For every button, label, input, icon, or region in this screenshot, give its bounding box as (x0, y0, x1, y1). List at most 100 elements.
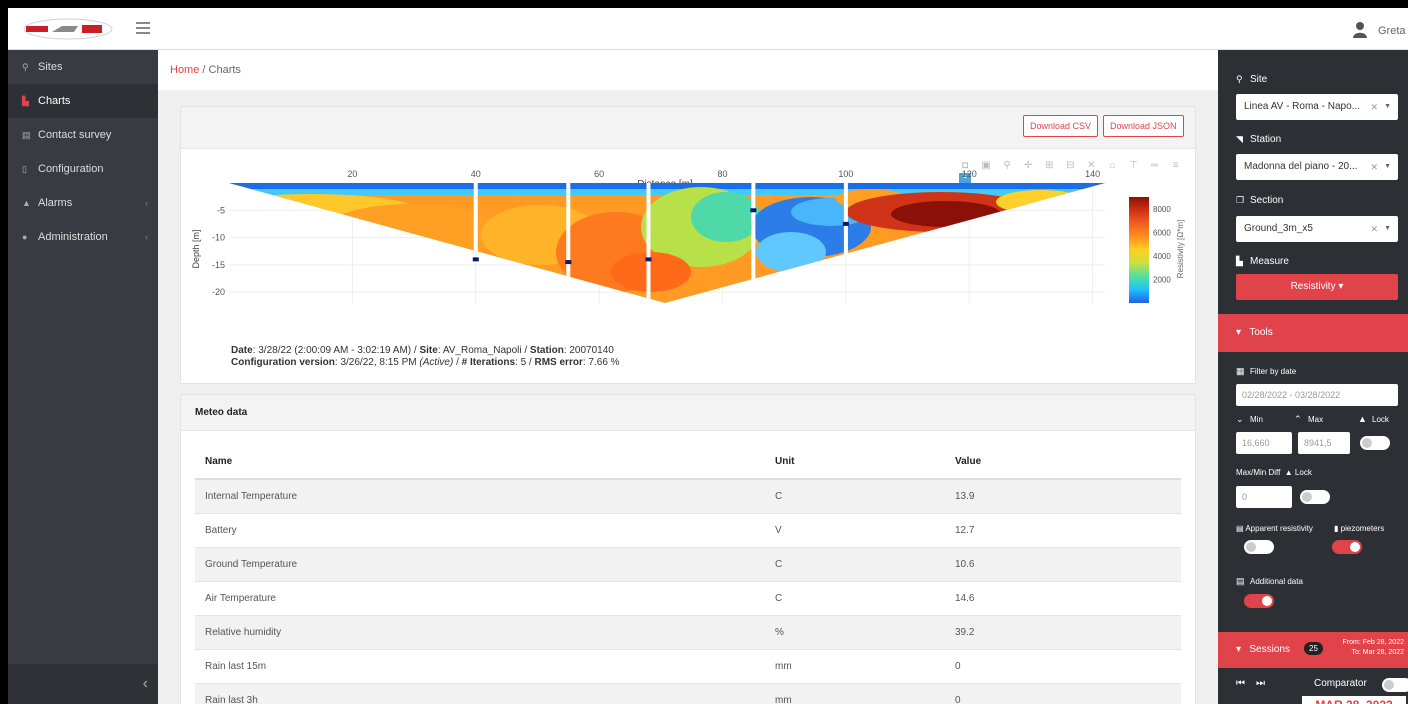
caret-down-icon: ▼ (1384, 225, 1391, 232)
cell-name: Air Temperature (195, 580, 765, 615)
cell-value: 0 (945, 682, 1181, 704)
chart-caption: Date: 3/28/22 (2:00:09 AM - 3:02:19 AM) … (231, 345, 620, 368)
piezometer-marker[interactable] (750, 208, 757, 213)
top-bar: Greta (8, 8, 1408, 50)
measure-button-label: Resistivity (1290, 281, 1336, 292)
caption-site-value: AV_Roma_Napoli (442, 345, 522, 356)
apparent-resistivity-toggle[interactable] (1244, 540, 1274, 554)
user-name[interactable]: Greta (1378, 25, 1406, 37)
date-range-input[interactable]: 02/28/2022 - 03/28/2022 (1236, 384, 1398, 406)
site-select-value: Linea AV - Roma - Napo... (1244, 101, 1360, 112)
section-gap (646, 183, 651, 303)
station-select[interactable]: Madonna del piano - 20... ✕ ▼ (1236, 154, 1398, 180)
section-gap (566, 183, 571, 303)
caption-station-label: Station (529, 345, 564, 356)
column-header-name[interactable]: Name (195, 445, 765, 480)
download-json-button[interactable]: Download JSON (1103, 115, 1184, 137)
caption-site-label: Site (419, 345, 438, 356)
colorbar-tick-label: 6000 (1153, 228, 1171, 237)
comparator-toggle[interactable] (1382, 678, 1408, 692)
cell-value: 12.7 (945, 512, 1181, 547)
lock-icon: ▲ (1358, 414, 1367, 424)
user-icon[interactable] (1353, 22, 1367, 38)
lock-diff-toggle[interactable] (1300, 490, 1330, 504)
sidebar-item-contact-survey[interactable]: ▤ Contact survey (8, 118, 158, 152)
lock-label-row: ▲ Lock (1358, 414, 1389, 424)
piezometer-marker[interactable] (472, 257, 479, 262)
download-csv-button[interactable]: Download CSV (1023, 115, 1099, 137)
cell-name: Internal Temperature (195, 478, 765, 513)
caret-down-icon: ▾ (1236, 327, 1242, 338)
sidebar-item-alarms[interactable]: ▲ Alarms ‹ (8, 186, 158, 220)
additional-data-toggle[interactable] (1244, 594, 1274, 608)
measure-label: Measure (1250, 256, 1289, 267)
colorbar (1129, 197, 1149, 303)
column-header-unit[interactable]: Unit (765, 445, 945, 480)
piezometer-marker[interactable] (645, 257, 652, 262)
caption-station-value: 20070140 (569, 345, 614, 356)
filter-by-date-label: Filter by date (1250, 367, 1297, 376)
first-session-icon[interactable]: ⏮ (1236, 678, 1245, 689)
sidebar-item-configuration[interactable]: ▯ Configuration (8, 152, 158, 186)
cell-name: Relative humidity (195, 614, 765, 649)
maxmin-diff-input[interactable]: 0 (1236, 486, 1292, 508)
section-select[interactable]: Ground_3m_x5 ✕ ▼ (1236, 216, 1398, 242)
section-label: Section (1250, 195, 1284, 206)
breadcrumb: Home / Charts (158, 50, 1218, 90)
min-label-row: ⌄ Min (1236, 414, 1263, 425)
table-row: Internal Temperature C 13.9 (195, 478, 1181, 513)
cell-value: 39.2 (945, 614, 1181, 649)
current-session-date[interactable]: MAR 28, 2022 (1302, 696, 1406, 704)
sessions-label: Sessions (1249, 644, 1290, 655)
table-row: Air Temperature C 14.6 (195, 580, 1181, 615)
sidebar-collapse-button[interactable]: ‹ (8, 664, 158, 704)
x-tick-label: 120 (962, 169, 977, 179)
lock-label: Lock (1372, 415, 1389, 424)
tools-label: Tools (1249, 327, 1273, 338)
sidebar-item-charts[interactable]: ▙ Charts (8, 84, 158, 118)
menu-toggle-icon[interactable] (136, 22, 150, 34)
cell-name: Battery (195, 512, 765, 547)
clear-icon[interactable]: ✕ (1370, 94, 1378, 120)
chevron-left-icon: ‹ (145, 232, 148, 242)
x-tick-label: 40 (471, 169, 481, 179)
measure-dropdown-button[interactable]: Resistivity ▾ (1236, 274, 1398, 300)
sidebar-item-label: Configuration (38, 163, 104, 175)
apparent-resistivity-label-row: ▤ Apparent resistivity (1236, 524, 1313, 533)
thermometer-icon: ▮ (1334, 524, 1339, 533)
caption-rms-value: 7.66 % (588, 357, 620, 368)
sidebar-item-sites[interactable]: ⚲ Sites (8, 50, 158, 84)
y-axis-label: Depth [m] (191, 229, 201, 268)
x-tick-label: 140 (1085, 169, 1100, 179)
piezometer-marker[interactable] (565, 260, 572, 265)
caption-iterations-value: 5 (520, 357, 527, 368)
apparent-resistivity-label: Apparent resistivity (1245, 524, 1313, 533)
breadcrumb-home-link[interactable]: Home (170, 64, 199, 76)
clear-icon[interactable]: ✕ (1370, 216, 1378, 242)
colorbar-tick-label: 8000 (1153, 205, 1171, 214)
site-select[interactable]: Linea AV - Roma - Napo... ✕ ▼ (1236, 94, 1398, 120)
cell-unit: % (765, 614, 945, 649)
lock-icon: ▲ (1284, 468, 1293, 477)
resistivity-section-plot[interactable]: Distance [m] 20406080100120140 Depth [m]… (181, 157, 1195, 343)
x-tick-label: 80 (718, 169, 728, 179)
sessions-section-header[interactable]: ▾ Sessions 25 From: Feb 28, 2022 To: Mar … (1218, 632, 1408, 668)
company-logo[interactable] (22, 17, 114, 41)
cell-value: 10.6 (945, 546, 1181, 581)
y-tick-label: -20 (212, 287, 225, 297)
piezometers-toggle[interactable] (1332, 540, 1362, 554)
table-row: Ground Temperature C 10.6 (195, 546, 1181, 581)
last-session-icon[interactable]: ⏭ (1256, 678, 1265, 689)
section-select-value: Ground_3m_x5 (1244, 223, 1313, 234)
tools-section-header[interactable]: ▾ Tools (1218, 314, 1408, 352)
lock-minmax-toggle[interactable] (1360, 436, 1390, 450)
max-value-input[interactable]: 8941,5 (1298, 432, 1350, 454)
min-value-input[interactable]: 16,660 (1236, 432, 1292, 454)
table-row: Relative humidity% 39.2 (195, 614, 1181, 649)
column-header-value[interactable]: Value (945, 445, 1181, 480)
clear-icon[interactable]: ✕ (1370, 154, 1378, 180)
sidebar-item-administration[interactable]: ● Administration ‹ (8, 220, 158, 254)
rss-icon: ◥ (1236, 134, 1243, 144)
piezometer-marker[interactable] (842, 221, 849, 226)
x-tick-label: 20 (347, 169, 357, 179)
